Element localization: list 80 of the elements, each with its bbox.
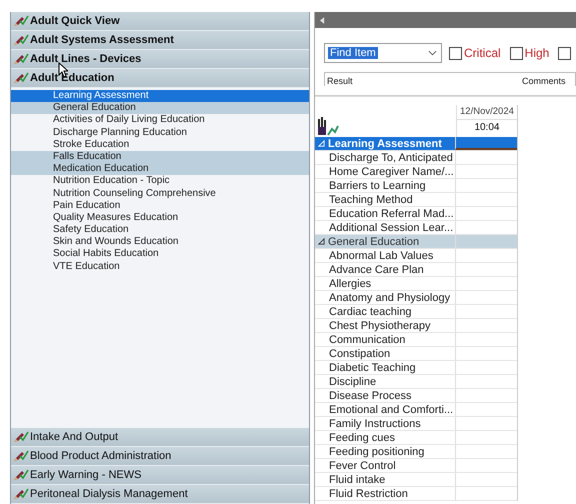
band-label: Early Warning - NEWS: [30, 469, 142, 481]
row-label: Anatomy and Physiology: [328, 291, 452, 304]
section-item[interactable]: General Education: [11, 102, 309, 114]
row-label: Discipline: [328, 375, 378, 388]
band-label: Adult Education: [30, 72, 114, 84]
section-label: General Education: [328, 236, 420, 248]
find-item-dropdown[interactable]: Find Item: [324, 43, 442, 63]
grid-section-row[interactable]: General Education: [315, 235, 517, 249]
section-item[interactable]: Safety Education: [11, 224, 309, 236]
band-label: Adult Quick View: [30, 15, 120, 27]
row-label: Constipation: [328, 347, 392, 360]
section-item[interactable]: Nutrition Counseling Comprehensive: [11, 188, 309, 200]
grid-section-row[interactable]: Learning Assessment: [315, 137, 517, 151]
band-label: Peritoneal Dialysis Management: [30, 488, 188, 500]
band-header[interactable]: Peritoneal Dialysis Management: [11, 485, 309, 504]
chart-icon[interactable]: [317, 115, 339, 137]
pencil-check-icon: [13, 450, 29, 462]
pencil-check-icon: [13, 34, 29, 46]
section-label: Learning Assessment: [328, 138, 442, 150]
row-label: Barriers to Learning: [328, 179, 427, 192]
band-header[interactable]: Adult Education: [11, 69, 309, 88]
row-label: Abnormal Lab Values: [328, 249, 434, 262]
row-label: Disease Process: [328, 389, 413, 402]
pencil-check-icon: [13, 431, 29, 443]
band-label: Blood Product Administration: [30, 450, 172, 462]
time-header: 10:04: [456, 119, 517, 136]
section-item[interactable]: Nutrition Education - Topic: [11, 175, 309, 188]
row-label: Teaching Method: [328, 193, 414, 206]
row-label: Communication: [328, 333, 406, 346]
expand-triangle-icon[interactable]: [318, 238, 325, 245]
section-item[interactable]: Quality Measures Education: [11, 212, 309, 224]
section-item[interactable]: Learning Assessment: [11, 90, 309, 102]
band-header[interactable]: Adult Systems Assessment: [11, 31, 309, 50]
band-label: Adult Lines - Devices: [30, 53, 142, 65]
row-label: Fluid Restriction: [328, 487, 409, 500]
row-label: Cardiac teaching: [328, 305, 413, 318]
left-arrow-icon[interactable]: [320, 16, 325, 24]
band-header[interactable]: Adult Lines - Devices: [11, 50, 309, 69]
row-label: Fluid intake: [328, 473, 386, 486]
date-header: 12/Nov/2024: [460, 105, 514, 119]
band-header[interactable]: Early Warning - NEWS: [11, 466, 309, 485]
checkbox[interactable]: [558, 46, 572, 60]
row-label: Feeding positioning: [328, 445, 426, 458]
section-item[interactable]: Medication Education: [11, 163, 309, 176]
row-label: Allergies: [328, 277, 372, 290]
section-item[interactable]: Discharge Planning Education: [11, 126, 309, 139]
filter-label: Critical: [464, 46, 501, 60]
row-label: Discharge To, Anticipated: [328, 151, 454, 164]
pencil-check-icon: [13, 72, 29, 84]
row-label: Advance Care Plan: [328, 263, 425, 276]
band-header[interactable]: Intake And Output: [11, 428, 309, 447]
pencil-check-icon: [13, 53, 29, 65]
band-label: Intake And Output: [30, 431, 118, 443]
checkbox[interactable]: [510, 46, 523, 60]
row-label: Education Referral Mad...: [328, 207, 455, 220]
column-header: Comments: [522, 75, 566, 86]
pencil-check-icon: [13, 488, 29, 500]
section-item[interactable]: Social Habits Education: [11, 248, 309, 261]
row-label: Emotional and Comforti...: [328, 403, 454, 416]
row-label: Fever Control: [328, 459, 397, 472]
row-label: Home Caregiver Name/...: [328, 165, 455, 178]
filter-label: High: [524, 46, 550, 60]
row-label: Diabetic Teaching: [328, 361, 417, 374]
section-item[interactable]: Activities of Daily Living Education: [11, 114, 309, 127]
band-label: Adult Systems Assessment: [30, 34, 174, 46]
column-header: Result: [326, 75, 354, 86]
row-label: Chest Physiotherapy: [328, 319, 432, 332]
band-header[interactable]: Adult Quick View: [11, 12, 309, 31]
row-label: Additional Session Lear...: [328, 221, 454, 234]
section-item[interactable]: Pain Education: [11, 200, 309, 212]
section-item[interactable]: Skin and Wounds Education: [11, 236, 309, 248]
section-item[interactable]: Stroke Education: [11, 138, 309, 151]
checkbox[interactable]: [449, 46, 462, 60]
band-header[interactable]: Blood Product Administration: [11, 447, 309, 466]
row-label: Feeding cues: [328, 431, 396, 444]
row-label: Family Instructions: [328, 417, 422, 430]
pencil-check-icon: [13, 15, 29, 27]
section-item[interactable]: VTE Education: [11, 260, 309, 273]
section-item[interactable]: Falls Education: [11, 150, 309, 164]
pencil-check-icon: [13, 469, 29, 481]
